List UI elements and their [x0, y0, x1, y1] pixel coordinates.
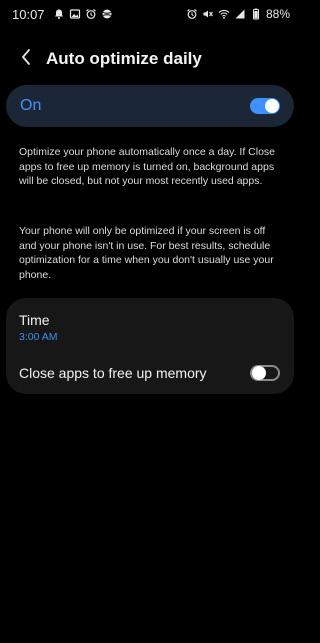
image-icon [69, 8, 81, 20]
battery-icon [250, 8, 262, 20]
page-title: Auto optimize daily [46, 49, 202, 68]
sports-icon [101, 8, 113, 20]
toggle-knob [265, 99, 279, 113]
status-bar: 10:07 88% [0, 0, 300, 28]
master-switch-label: On [20, 97, 42, 114]
settings-card: Time 3:00 AM Close apps to free up memor… [6, 298, 294, 394]
time-setting-title: Time [19, 312, 50, 328]
chevron-left-icon [20, 48, 32, 71]
status-bar-left: 10:07 [12, 7, 113, 22]
app-bar: Auto optimize daily [0, 40, 300, 78]
description-paragraph-2: Your phone will only be optimized if you… [19, 225, 274, 281]
mute-icon [202, 8, 214, 20]
time-setting-value: 3:00 AM [19, 331, 58, 343]
toggle-knob [252, 366, 266, 380]
alarm-icon [186, 8, 198, 20]
master-switch-bar[interactable]: On [6, 85, 294, 127]
wifi-icon [218, 8, 230, 20]
notification-bell-icon [53, 8, 65, 20]
description-paragraph-1: Optimize your phone automatically once a… [19, 146, 276, 187]
status-bar-right: 88% [186, 7, 290, 21]
close-apps-toggle[interactable] [250, 365, 280, 381]
signal-icon [234, 8, 246, 20]
master-toggle[interactable] [250, 98, 280, 114]
alarm-icon [85, 8, 97, 20]
back-button[interactable] [8, 41, 44, 77]
time-setting-row[interactable]: Time 3:00 AM [6, 298, 294, 350]
status-time: 10:07 [12, 6, 45, 22]
close-apps-label: Close apps to free up memory [19, 365, 207, 381]
close-apps-setting-row[interactable]: Close apps to free up memory [6, 354, 294, 392]
battery-percentage: 88% [265, 7, 290, 21]
